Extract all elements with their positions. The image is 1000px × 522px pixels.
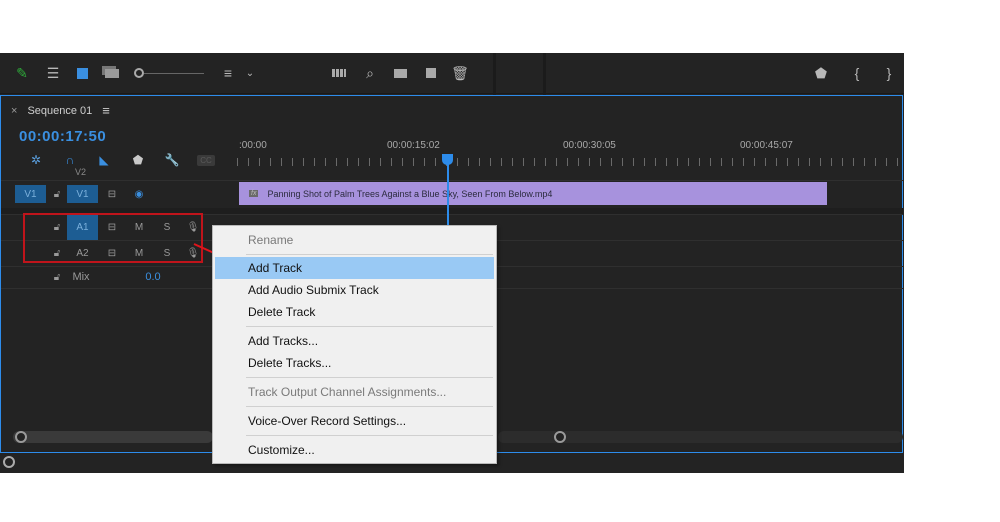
panel-tab[interactable]: × Sequence 01 ≡	[11, 103, 110, 118]
menu-item-voice-over-record-settings[interactable]: Voice-Over Record Settings...	[215, 410, 494, 432]
lock-icon[interactable]: 🔓︎	[49, 185, 65, 203]
ruler-ticks	[237, 158, 903, 166]
menu-item-track-output-channel-assignments[interactable]: Track Output Channel Assignments...	[215, 381, 494, 403]
ruler-label: :00:00	[239, 140, 267, 151]
add-marker-icon[interactable]: ⬟	[814, 65, 828, 81]
menu-item-rename[interactable]: Rename	[215, 229, 494, 251]
sequence-title: Sequence 01	[27, 104, 93, 117]
menu-item-customize[interactable]: Customize...	[215, 439, 494, 461]
annotation-highlight-box	[23, 213, 203, 263]
track-header-v1: V1 🔓︎ V1 ⊟ ◉	[1, 180, 237, 208]
time-ruler[interactable]: :00:00 00:00:15:02 00:00:30:05 00:00:45:…	[237, 132, 903, 170]
freeform-view-icon[interactable]	[102, 65, 122, 81]
menu-item-add-track[interactable]: Add Track	[215, 257, 494, 279]
sync-lock-icon[interactable]: ⊟	[103, 185, 121, 203]
track-label-v2: V2	[75, 167, 87, 177]
track-v2: V2	[1, 166, 903, 181]
scroll-handle[interactable]	[554, 431, 566, 443]
menu-item-add-audio-submix-track[interactable]: Add Audio Submix Track	[215, 279, 494, 301]
creative-cloud-icon[interactable]	[3, 456, 15, 468]
panel-menu-icon[interactable]: ≡	[102, 103, 110, 118]
new-item-icon[interactable]	[424, 65, 438, 81]
toolbar-divider	[493, 53, 496, 95]
automate-to-sequence-icon[interactable]	[330, 65, 348, 81]
fx-badge: fx	[249, 190, 259, 197]
toggle-output-icon[interactable]: ◉	[129, 185, 149, 203]
mix-label: Mix	[72, 271, 90, 283]
project-toolbar: ✎ ☰ ≡ ⌄ ⌕ 🗑 ⬟ { }	[0, 53, 904, 95]
list-view-icon[interactable]: ☰	[44, 65, 62, 81]
toolbar-divider	[543, 53, 546, 95]
find-icon[interactable]: ⌕	[362, 65, 378, 81]
new-bin-icon[interactable]	[392, 65, 408, 81]
zoom-slider-knob[interactable]	[134, 68, 144, 78]
menu-item-delete-tracks[interactable]: Delete Tracks...	[215, 352, 494, 374]
pencil-icon[interactable]: ✎	[14, 65, 30, 81]
mark-in-icon[interactable]: {	[852, 65, 862, 81]
lock-icon[interactable]: 🔓︎	[49, 268, 65, 286]
zoom-slider[interactable]	[134, 65, 206, 81]
menu-item-delete-track[interactable]: Delete Track	[215, 301, 494, 323]
header-scrollbar[interactable]	[13, 431, 213, 443]
chevron-down-icon[interactable]: ⌄	[244, 65, 256, 81]
playhead-timecode[interactable]: 00:00:17:50	[19, 128, 106, 145]
ruler-label: 00:00:30:05	[563, 140, 616, 151]
track-target-v1[interactable]: V1	[67, 185, 98, 203]
menu-separator	[246, 377, 493, 378]
ruler-label: 00:00:45:07	[740, 140, 793, 151]
clip-name: Panning Shot of Palm Trees Against a Blu…	[267, 188, 553, 199]
clear-icon[interactable]: 🗑	[451, 65, 469, 81]
ruler-label: 00:00:15:02	[387, 140, 440, 151]
timeline-scrollbar[interactable]	[498, 431, 903, 443]
source-patch-v1[interactable]: V1	[15, 185, 46, 203]
video-clip[interactable]: fx Panning Shot of Palm Trees Against a …	[239, 182, 827, 205]
icon-view-icon[interactable]	[74, 65, 90, 81]
close-icon[interactable]: ×	[11, 105, 17, 117]
sort-icon[interactable]: ≡	[220, 65, 236, 81]
menu-separator	[246, 406, 493, 407]
menu-item-add-tracks[interactable]: Add Tracks...	[215, 330, 494, 352]
menu-separator	[246, 254, 493, 255]
context-menu: Rename Add Track Add Audio Submix Track …	[212, 225, 497, 464]
menu-separator	[246, 326, 493, 327]
menu-separator	[246, 435, 493, 436]
scroll-handle[interactable]	[15, 431, 27, 443]
mark-out-icon[interactable]: }	[884, 65, 894, 81]
mix-volume-value[interactable]: 0.0	[141, 268, 165, 286]
